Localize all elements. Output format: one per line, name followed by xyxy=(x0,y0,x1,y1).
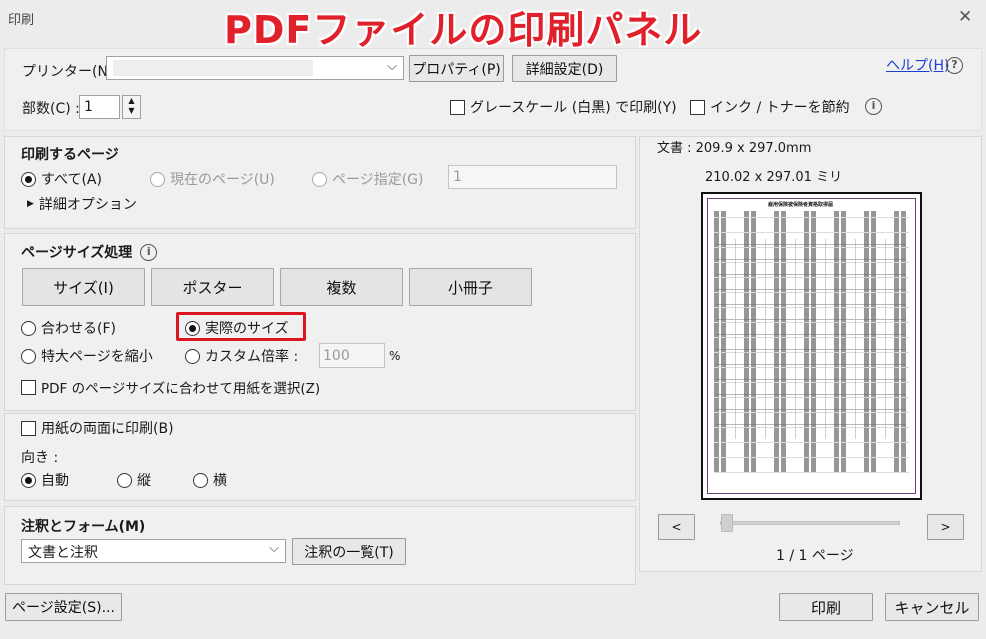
prev-page-button[interactable]: < xyxy=(658,514,695,540)
actual-size-option[interactable]: 実際のサイズ xyxy=(185,318,289,338)
printer-value-blur xyxy=(113,60,313,76)
form-title: 雇用保険被保険者資格取得届 xyxy=(768,202,834,208)
info-icon[interactable]: i xyxy=(140,243,158,261)
pdf-paper-checkbox[interactable] xyxy=(21,379,36,395)
pages-current-radio[interactable] xyxy=(150,171,165,187)
help-icon[interactable]: ? xyxy=(946,56,963,74)
shrink-radio[interactable] xyxy=(21,348,36,364)
copies-value: 1 xyxy=(84,99,93,115)
shrink-label: 特大ページを縮小 xyxy=(41,349,153,365)
orientation-portrait-radio[interactable] xyxy=(117,472,132,488)
pdf-paper-label: PDF のページサイズに合わせて用紙を選択(Z) xyxy=(41,381,321,397)
pages-specify-option[interactable]: ページ指定(G) xyxy=(312,169,424,189)
cancel-button[interactable]: キャンセル xyxy=(885,593,979,621)
more-options-toggle[interactable]: ▶ 詳細オプション xyxy=(27,194,137,214)
triangle-right-icon: ▶ xyxy=(27,199,34,209)
copies-label: 部数(C) : xyxy=(22,101,80,117)
fit-radio[interactable] xyxy=(21,320,36,336)
advanced-button[interactable]: 詳細設定(D) xyxy=(512,55,617,82)
custom-scale-value: 100 xyxy=(323,348,350,364)
pages-current-label: 現在のページ(U) xyxy=(170,172,275,188)
orientation-auto-option[interactable]: 自動 xyxy=(21,470,69,490)
page-slider-thumb[interactable] xyxy=(721,514,733,532)
tab-size[interactable]: サイズ(I) xyxy=(22,268,145,306)
orientation-label: 向き : xyxy=(21,450,59,466)
orientation-portrait-label: 縦 xyxy=(137,473,151,489)
duplex-option[interactable]: 用紙の両面に印刷(B) xyxy=(21,418,174,438)
fit-label: 合わせる(F) xyxy=(41,321,116,337)
size-heading: ページサイズ処理 i xyxy=(21,242,158,262)
orientation-landscape-radio[interactable] xyxy=(193,472,208,488)
next-page-button[interactable]: > xyxy=(927,514,964,540)
fit-option[interactable]: 合わせる(F) xyxy=(21,318,116,338)
pages-current-option[interactable]: 現在のページ(U) xyxy=(150,169,275,189)
custom-scale-radio[interactable] xyxy=(185,348,200,364)
form-boxes xyxy=(716,239,906,439)
overlay-title: PDFファイルの印刷パネル xyxy=(224,8,703,52)
page-slider[interactable] xyxy=(720,521,900,525)
copies-input[interactable]: 1 xyxy=(79,95,120,119)
grayscale-label: グレースケール (白黒) で印刷(Y) xyxy=(470,100,677,116)
tab-poster[interactable]: ポスター xyxy=(151,268,274,306)
copies-stepper[interactable]: ▲ ▼ xyxy=(122,95,141,119)
orientation-landscape-option[interactable]: 横 xyxy=(193,470,227,490)
printer-select[interactable]: ⌵ xyxy=(106,56,404,80)
print-button[interactable]: 印刷 xyxy=(779,593,873,621)
grayscale-checkbox[interactable] xyxy=(450,99,465,115)
chevron-down-icon: ⌵ xyxy=(387,59,397,74)
help-link[interactable]: ヘルプ(H) xyxy=(886,55,949,75)
ink-save-option[interactable]: インク / トナーを節約 xyxy=(690,97,850,117)
comments-summary-button[interactable]: 注釈の一覧(T) xyxy=(292,538,406,565)
page-setup-button[interactable]: ページ設定(S)... xyxy=(5,593,122,621)
actual-size-radio[interactable] xyxy=(185,320,200,336)
pages-all-option[interactable]: すべて(A) xyxy=(21,169,102,189)
chevron-down-icon: ⌵ xyxy=(269,541,279,556)
ink-save-label: インク / トナーを節約 xyxy=(710,100,850,116)
ink-save-checkbox[interactable] xyxy=(690,99,705,115)
more-options-label: 詳細オプション xyxy=(38,197,137,213)
percent-label: % xyxy=(389,349,401,363)
pdf-paper-option[interactable]: PDF のページサイズに合わせて用紙を選択(Z) xyxy=(21,377,320,397)
window-title: 印刷 xyxy=(8,13,35,28)
pages-specify-label: ページ指定(G) xyxy=(332,172,424,188)
actual-size-label: 実際のサイズ xyxy=(205,321,289,337)
pages-heading: 印刷するページ xyxy=(21,147,119,163)
custom-scale-label: カスタム倍率 : xyxy=(205,349,299,365)
custom-scale-option[interactable]: カスタム倍率 : xyxy=(185,346,298,366)
orientation-portrait-option[interactable]: 縦 xyxy=(117,470,151,490)
page-indicator: 1 / 1 ページ xyxy=(776,548,854,564)
comments-select-value: 文書と注釈 xyxy=(28,545,98,561)
close-icon[interactable]: ✕ xyxy=(958,7,972,27)
tab-multiple[interactable]: 複数 xyxy=(280,268,403,306)
comments-select[interactable]: 文書と注釈 ⌵ xyxy=(21,539,286,563)
grayscale-option[interactable]: グレースケール (白黒) で印刷(Y) xyxy=(450,97,677,117)
comments-heading: 注釈とフォーム(M) xyxy=(21,519,146,535)
properties-button[interactable]: プロパティ(P) xyxy=(409,55,504,82)
orientation-auto-label: 自動 xyxy=(41,473,69,489)
size-heading-text: ページサイズ処理 xyxy=(21,245,133,261)
orientation-auto-radio[interactable] xyxy=(21,472,36,488)
info-icon[interactable]: i xyxy=(865,97,882,115)
tab-booklet[interactable]: 小冊子 xyxy=(409,268,532,306)
orientation-landscape-label: 横 xyxy=(213,473,227,489)
doc-size: 文書 : 209.9 x 297.0mm xyxy=(657,141,812,156)
duplex-label: 用紙の両面に印刷(B) xyxy=(41,421,174,437)
paper-size: 210.02 x 297.01 ミリ xyxy=(705,170,843,185)
custom-scale-input[interactable]: 100 xyxy=(319,343,385,368)
pages-specify-radio[interactable] xyxy=(312,171,327,187)
pages-all-radio[interactable] xyxy=(21,171,36,187)
page-range-value: 1 xyxy=(453,169,462,185)
page-range-input[interactable]: 1 xyxy=(448,165,617,189)
preview-page: 雇用保険被保険者資格取得届 xyxy=(701,192,922,500)
shrink-option[interactable]: 特大ページを縮小 xyxy=(21,346,153,366)
duplex-checkbox[interactable] xyxy=(21,420,36,436)
pages-all-label: すべて(A) xyxy=(41,172,102,188)
